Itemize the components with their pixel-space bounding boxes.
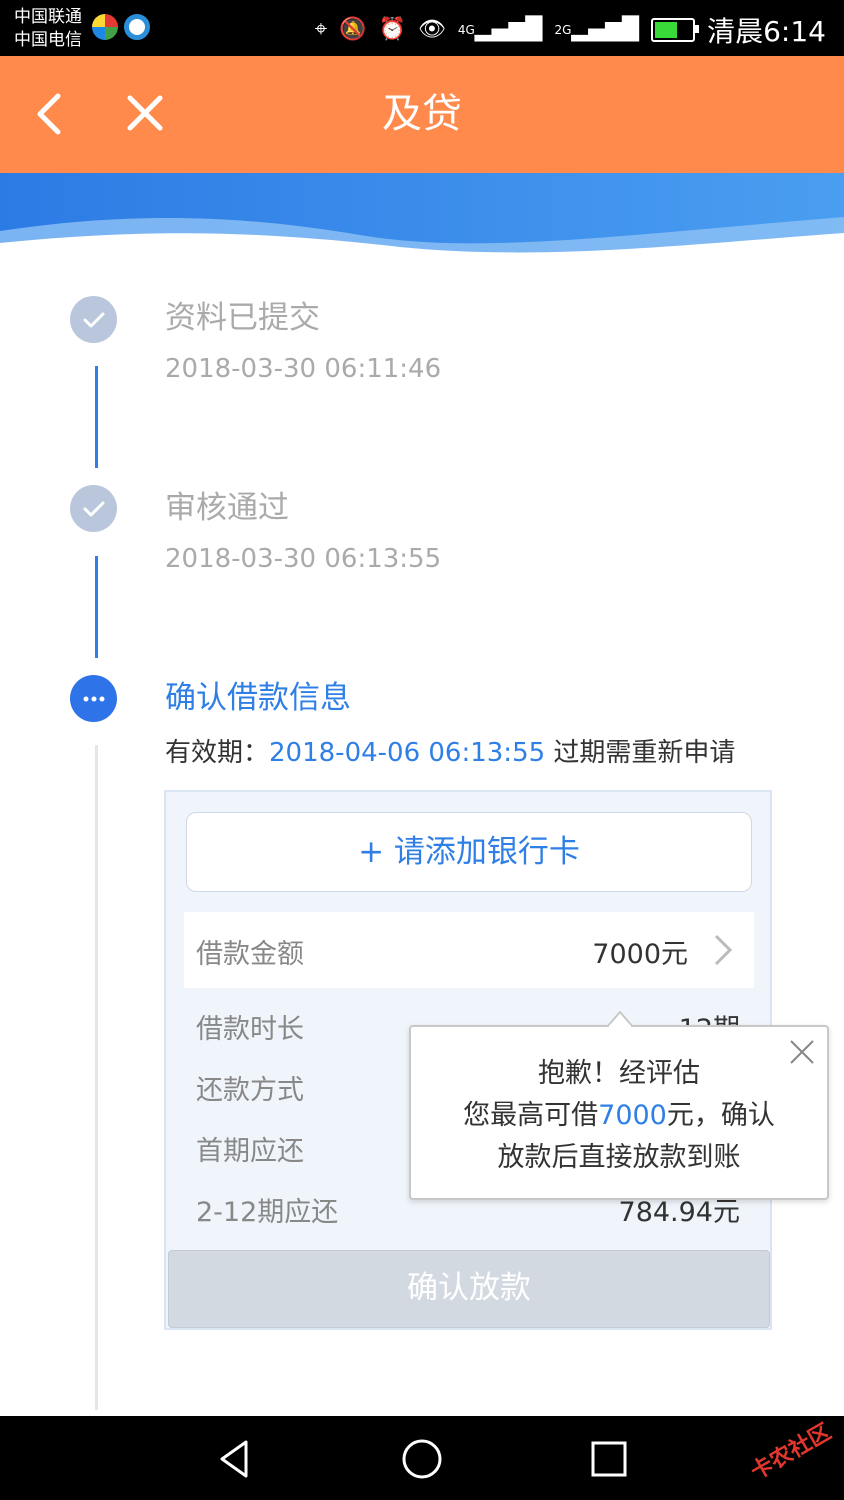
carrier-1: 中国联通 [14,7,82,27]
system-nav-bar [0,1416,844,1500]
limit-popup: 抱歉！经评估 您最高可借7000元，确认 放款后直接放款到账 [409,1011,829,1200]
notification-icons [92,14,150,40]
popup-line-2: 您最高可借7000元，确认 [463,1100,775,1131]
carrier-names: 中国联通 中国电信 [14,6,82,52]
clock: 清晨6:14 [707,15,826,48]
browser-notification-icon [124,14,150,40]
step-in-progress-icon [70,675,117,722]
app-notification-icon [92,14,118,40]
validity-suffix: 过期需重新申请 [545,738,736,768]
page-title: 及贷 [382,91,462,137]
loan-amount-row[interactable]: 借款金额 7000元 [184,912,754,988]
max-amount: 7000 [598,1100,667,1131]
location-icon: ⌖ [314,17,328,42]
add-bank-card-button[interactable]: + 请添加银行卡 [186,812,752,892]
mute-icon: 🔕 [339,17,367,42]
battery-icon [651,18,700,42]
confirm-loan-button[interactable]: 确认放款 [168,1250,770,1328]
validity-date: 2018-04-06 06:13:55 [269,738,546,768]
signal-4g-icon: 4G▂▄▆█ [457,17,543,42]
signal-2g-icon: 2G▂▄▆█ [554,17,640,42]
carrier-2: 中国电信 [14,30,82,50]
popup-line-1: 抱歉！经评估 [538,1058,700,1089]
alarm-icon: ⏰ [378,17,406,42]
timeline-connector [95,556,98,658]
nav-back-icon[interactable] [210,1434,260,1484]
app-header: 及贷 [0,56,844,173]
validity-notice: 有效期：2018-04-06 06:13:55 过期需重新申请 [165,732,735,769]
step-title: 资料已提交 [165,300,320,336]
popup-arrow [607,1011,633,1027]
nav-recents-icon[interactable] [584,1434,634,1484]
status-icons: ⌖ 🔕 ⏰ 👁 4G▂▄▆█ 2G▂▄▆█ 清晨6:14 [315,10,826,50]
popup-message: 抱歉！经评估 您最高可借7000元，确认 放款后直接放款到账 [411,1053,827,1179]
eye-icon: 👁 [417,17,446,42]
amount-value: 7000元 [592,939,688,970]
step-title: 审核通过 [165,490,289,526]
step-done-icon [70,296,117,343]
validity-prefix: 有效期： [165,738,270,768]
repayment-method-label: 还款方式 [196,1075,304,1106]
step-title: 确认借款信息 [165,680,351,716]
first-installment-label: 首期应还 [196,1136,304,1167]
step-done-icon [70,485,117,532]
timeline-connector [95,745,98,1410]
popup-line-3: 放款后直接放款到账 [497,1142,741,1173]
nav-home-icon[interactable] [397,1434,447,1484]
step-time: 2018-03-30 06:11:46 [165,354,442,384]
timeline-connector [95,366,98,468]
amount-label: 借款金额 [196,939,304,970]
chevron-right-icon [714,934,733,966]
status-bar: 中国联通 中国电信 ⌖ 🔕 ⏰ 👁 4G▂▄▆█ 2G▂▄▆█ 清晨6:14 [0,0,844,56]
term-label: 借款时长 [196,1014,304,1045]
wave-banner [0,173,844,263]
remaining-installments-label: 2-12期应还 [196,1197,339,1228]
step-time: 2018-03-30 06:13:55 [165,544,442,574]
